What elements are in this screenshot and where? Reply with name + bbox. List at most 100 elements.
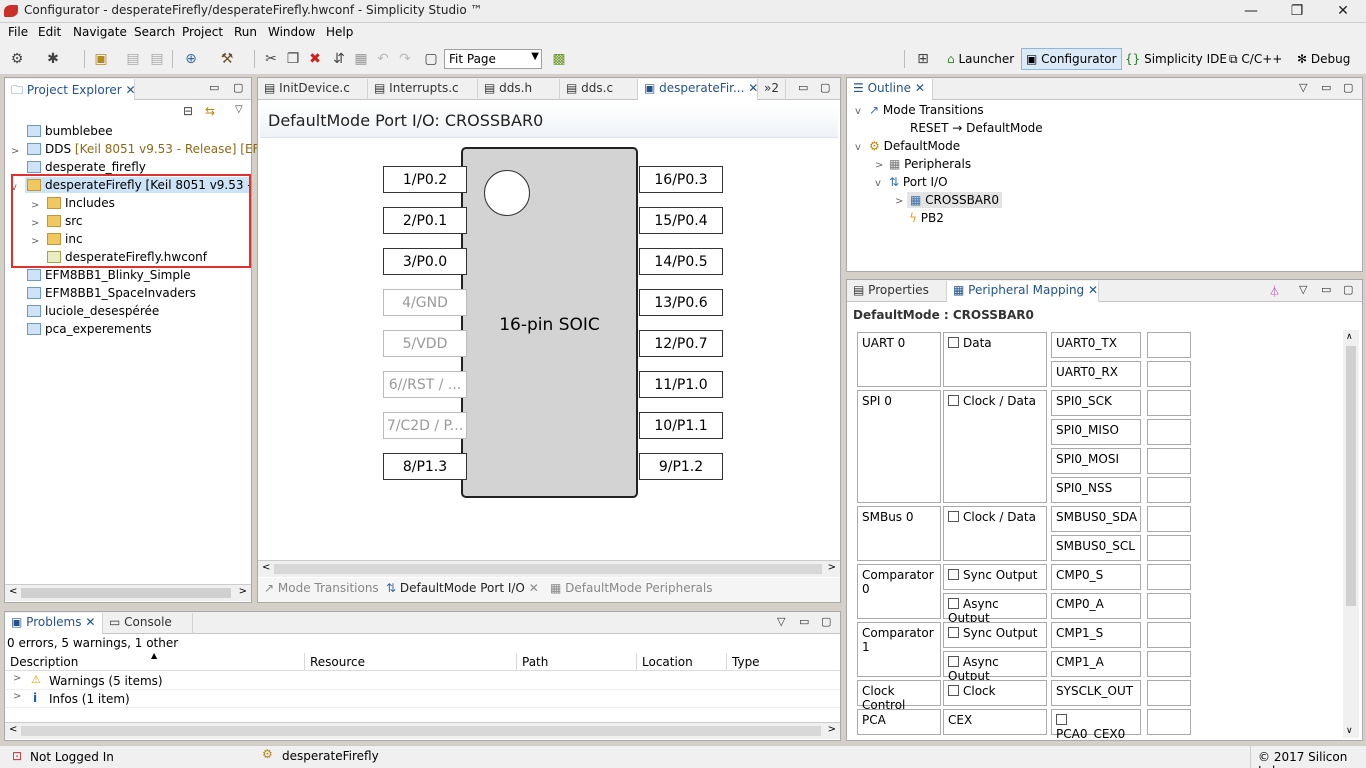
- tab-properties[interactable]: ▤ Properties: [847, 281, 947, 302]
- align-icon[interactable]: ⇵: [330, 50, 348, 68]
- pin-right-10[interactable]: 10/P1.1: [639, 412, 723, 439]
- checkbox[interactable]: [948, 598, 959, 609]
- tab-overflow[interactable]: »2: [758, 79, 786, 100]
- signal-cell[interactable]: SYSCLK_OUT: [1051, 680, 1141, 706]
- expand-icon[interactable]: >: [11, 146, 19, 157]
- pin-right-14[interactable]: 14/P0.5: [639, 248, 723, 275]
- close-icon[interactable]: ✕: [529, 581, 539, 595]
- tab-desperatefirefly-hwconf[interactable]: ▣ desperateFir... ✕: [638, 79, 758, 100]
- undo-icon[interactable]: ↶: [374, 50, 392, 68]
- link-editor-icon[interactable]: ⇆: [205, 104, 215, 118]
- tab-defaultmode-peripherals[interactable]: ▦ DefaultMode Peripherals: [550, 581, 712, 595]
- pin-left-8[interactable]: 8/P1.3: [383, 453, 467, 480]
- tree-item-dds[interactable]: DDS [Keil 8051 v9.53 - Release] [EFM8B: [27, 142, 286, 156]
- filter-icon[interactable]: ⏃: [1269, 283, 1280, 299]
- menu-window[interactable]: Window: [268, 25, 315, 39]
- minimize-view-icon[interactable]: ▭: [209, 81, 219, 94]
- close-button[interactable]: ✕: [1320, 0, 1366, 23]
- peripheral-option[interactable]: CEX: [943, 709, 1047, 735]
- signal-pin-cell[interactable]: [1147, 622, 1191, 648]
- collapse-icon[interactable]: v: [855, 106, 861, 117]
- col-location[interactable]: Location: [637, 653, 727, 671]
- minimize-view-icon[interactable]: ▭: [1321, 283, 1331, 296]
- save-icon[interactable]: ▤: [124, 50, 142, 68]
- scroll-down-icon[interactable]: ∨: [1346, 726, 1353, 736]
- tab-outline[interactable]: ☰ Outline ✕: [847, 79, 933, 100]
- tree-item-efm8bb1-blinky[interactable]: EFM8BB1_Blinky_Simple: [27, 268, 191, 282]
- pin-right-15[interactable]: 15/P0.4: [639, 207, 723, 234]
- scroll-left-icon[interactable]: <: [262, 562, 270, 573]
- signal-cell[interactable]: SPI0_NSS: [1051, 477, 1141, 503]
- outline-peripherals[interactable]: ▦ Peripherals: [889, 157, 971, 171]
- expand-icon[interactable]: >: [13, 691, 21, 702]
- cut-icon[interactable]: ✂: [262, 50, 280, 68]
- peripheral-option[interactable]: Data: [943, 332, 1047, 387]
- collapse-icon[interactable]: v: [855, 142, 861, 153]
- tab-problems[interactable]: ▣ Problems ✕: [5, 613, 103, 634]
- scroll-right-icon[interactable]: >: [239, 586, 247, 597]
- copy-icon[interactable]: ❐: [284, 50, 302, 68]
- maximize-view-icon[interactable]: ▢: [1343, 283, 1353, 296]
- outline-port-io[interactable]: ⇅ Port I/O: [889, 175, 948, 189]
- maximize-button[interactable]: ❐: [1274, 0, 1320, 23]
- scroll-thumb[interactable]: [21, 726, 821, 736]
- checkbox[interactable]: [948, 511, 959, 522]
- problems-row-infos[interactable]: > i Infos (1 item): [5, 690, 840, 708]
- menu-search[interactable]: Search: [134, 25, 175, 39]
- collapse-icon[interactable]: v: [875, 178, 881, 189]
- signal-pin-cell[interactable]: [1147, 651, 1191, 677]
- signal-pin-cell[interactable]: [1147, 709, 1191, 735]
- checkbox[interactable]: [948, 337, 959, 348]
- signal-cell[interactable]: CMP1_A: [1051, 651, 1141, 677]
- pin-right-12[interactable]: 12/P0.7: [639, 330, 723, 357]
- tree-item-desperate-firefly[interactable]: desperate_firefly: [27, 160, 146, 174]
- tree-item-efm8bb1-spaceinvaders[interactable]: EFM8BB1_SpaceInvaders: [27, 286, 196, 300]
- signal-cell[interactable]: PCA0_CEX0: [1051, 709, 1141, 740]
- chip-body[interactable]: 16-pin SOIC: [461, 147, 638, 498]
- scroll-right-icon[interactable]: >: [828, 562, 836, 573]
- scroll-left-icon[interactable]: <: [9, 724, 17, 735]
- perspective-configurator[interactable]: ▣ Configurator: [1021, 48, 1122, 70]
- signal-cell[interactable]: SMBUS0_SCL: [1051, 535, 1141, 561]
- tab-mode-transitions[interactable]: ↗ Mode Transitions: [264, 581, 379, 595]
- tab-defaultmode-port-io[interactable]: ⇅ DefaultMode Port I/O ✕: [386, 581, 539, 595]
- peripheral-option[interactable]: Async Output: [943, 593, 1047, 625]
- signal-pin-cell[interactable]: [1147, 535, 1191, 561]
- col-type[interactable]: Type: [727, 653, 839, 671]
- minimize-view-icon[interactable]: ▭: [1321, 81, 1331, 94]
- minimize-view-icon[interactable]: ▭: [798, 81, 808, 94]
- problems-row-warnings[interactable]: > ⚠ Warnings (5 items): [5, 672, 840, 690]
- outline-mode-transitions[interactable]: ↗ Mode Transitions: [869, 103, 984, 117]
- pin-left-3[interactable]: 3/P0.0: [383, 248, 467, 275]
- checkbox[interactable]: [948, 627, 959, 638]
- menu-run[interactable]: Run: [234, 25, 257, 39]
- menu-edit[interactable]: Edit: [38, 25, 61, 39]
- tree-item-luciole[interactable]: luciole_desespérée: [27, 304, 159, 318]
- expand-icon[interactable]: >: [13, 673, 21, 684]
- new-icon[interactable]: ▣: [92, 50, 110, 68]
- debug-run-icon[interactable]: ✱: [44, 50, 62, 68]
- perspective-debug[interactable]: ✻ Debug: [1292, 48, 1355, 70]
- maximize-view-icon[interactable]: ▢: [233, 81, 243, 94]
- save-all-icon[interactable]: ▤: [148, 50, 166, 68]
- outline-defaultmode[interactable]: ⚙ DefaultMode: [869, 139, 960, 153]
- delete-icon[interactable]: ✖: [306, 50, 324, 68]
- col-path[interactable]: Path: [517, 653, 637, 671]
- peripheral-option[interactable]: Clock / Data: [943, 390, 1047, 503]
- menu-project[interactable]: Project: [182, 25, 223, 39]
- checkbox[interactable]: [1056, 714, 1067, 725]
- signal-pin-cell[interactable]: [1147, 361, 1191, 387]
- tab-initdevice-c[interactable]: ▤ InitDevice.c: [258, 79, 368, 100]
- signal-cell[interactable]: CMP0_A: [1051, 593, 1141, 619]
- signal-pin-cell[interactable]: [1147, 332, 1191, 358]
- close-icon[interactable]: ✕: [915, 81, 925, 95]
- view-menu-icon[interactable]: ▽: [777, 615, 785, 628]
- pin-left-2[interactable]: 2/P0.1: [383, 207, 467, 234]
- signal-cell[interactable]: UART0_TX: [1051, 332, 1141, 358]
- menu-navigate[interactable]: Navigate: [73, 25, 127, 39]
- signal-pin-cell[interactable]: [1147, 419, 1191, 445]
- redo-icon[interactable]: ↷: [396, 50, 414, 68]
- expand-icon[interactable]: >: [895, 196, 903, 207]
- scroll-thumb[interactable]: [1346, 346, 1356, 606]
- tab-interrupts-c[interactable]: ▤ Interrupts.c: [368, 79, 478, 100]
